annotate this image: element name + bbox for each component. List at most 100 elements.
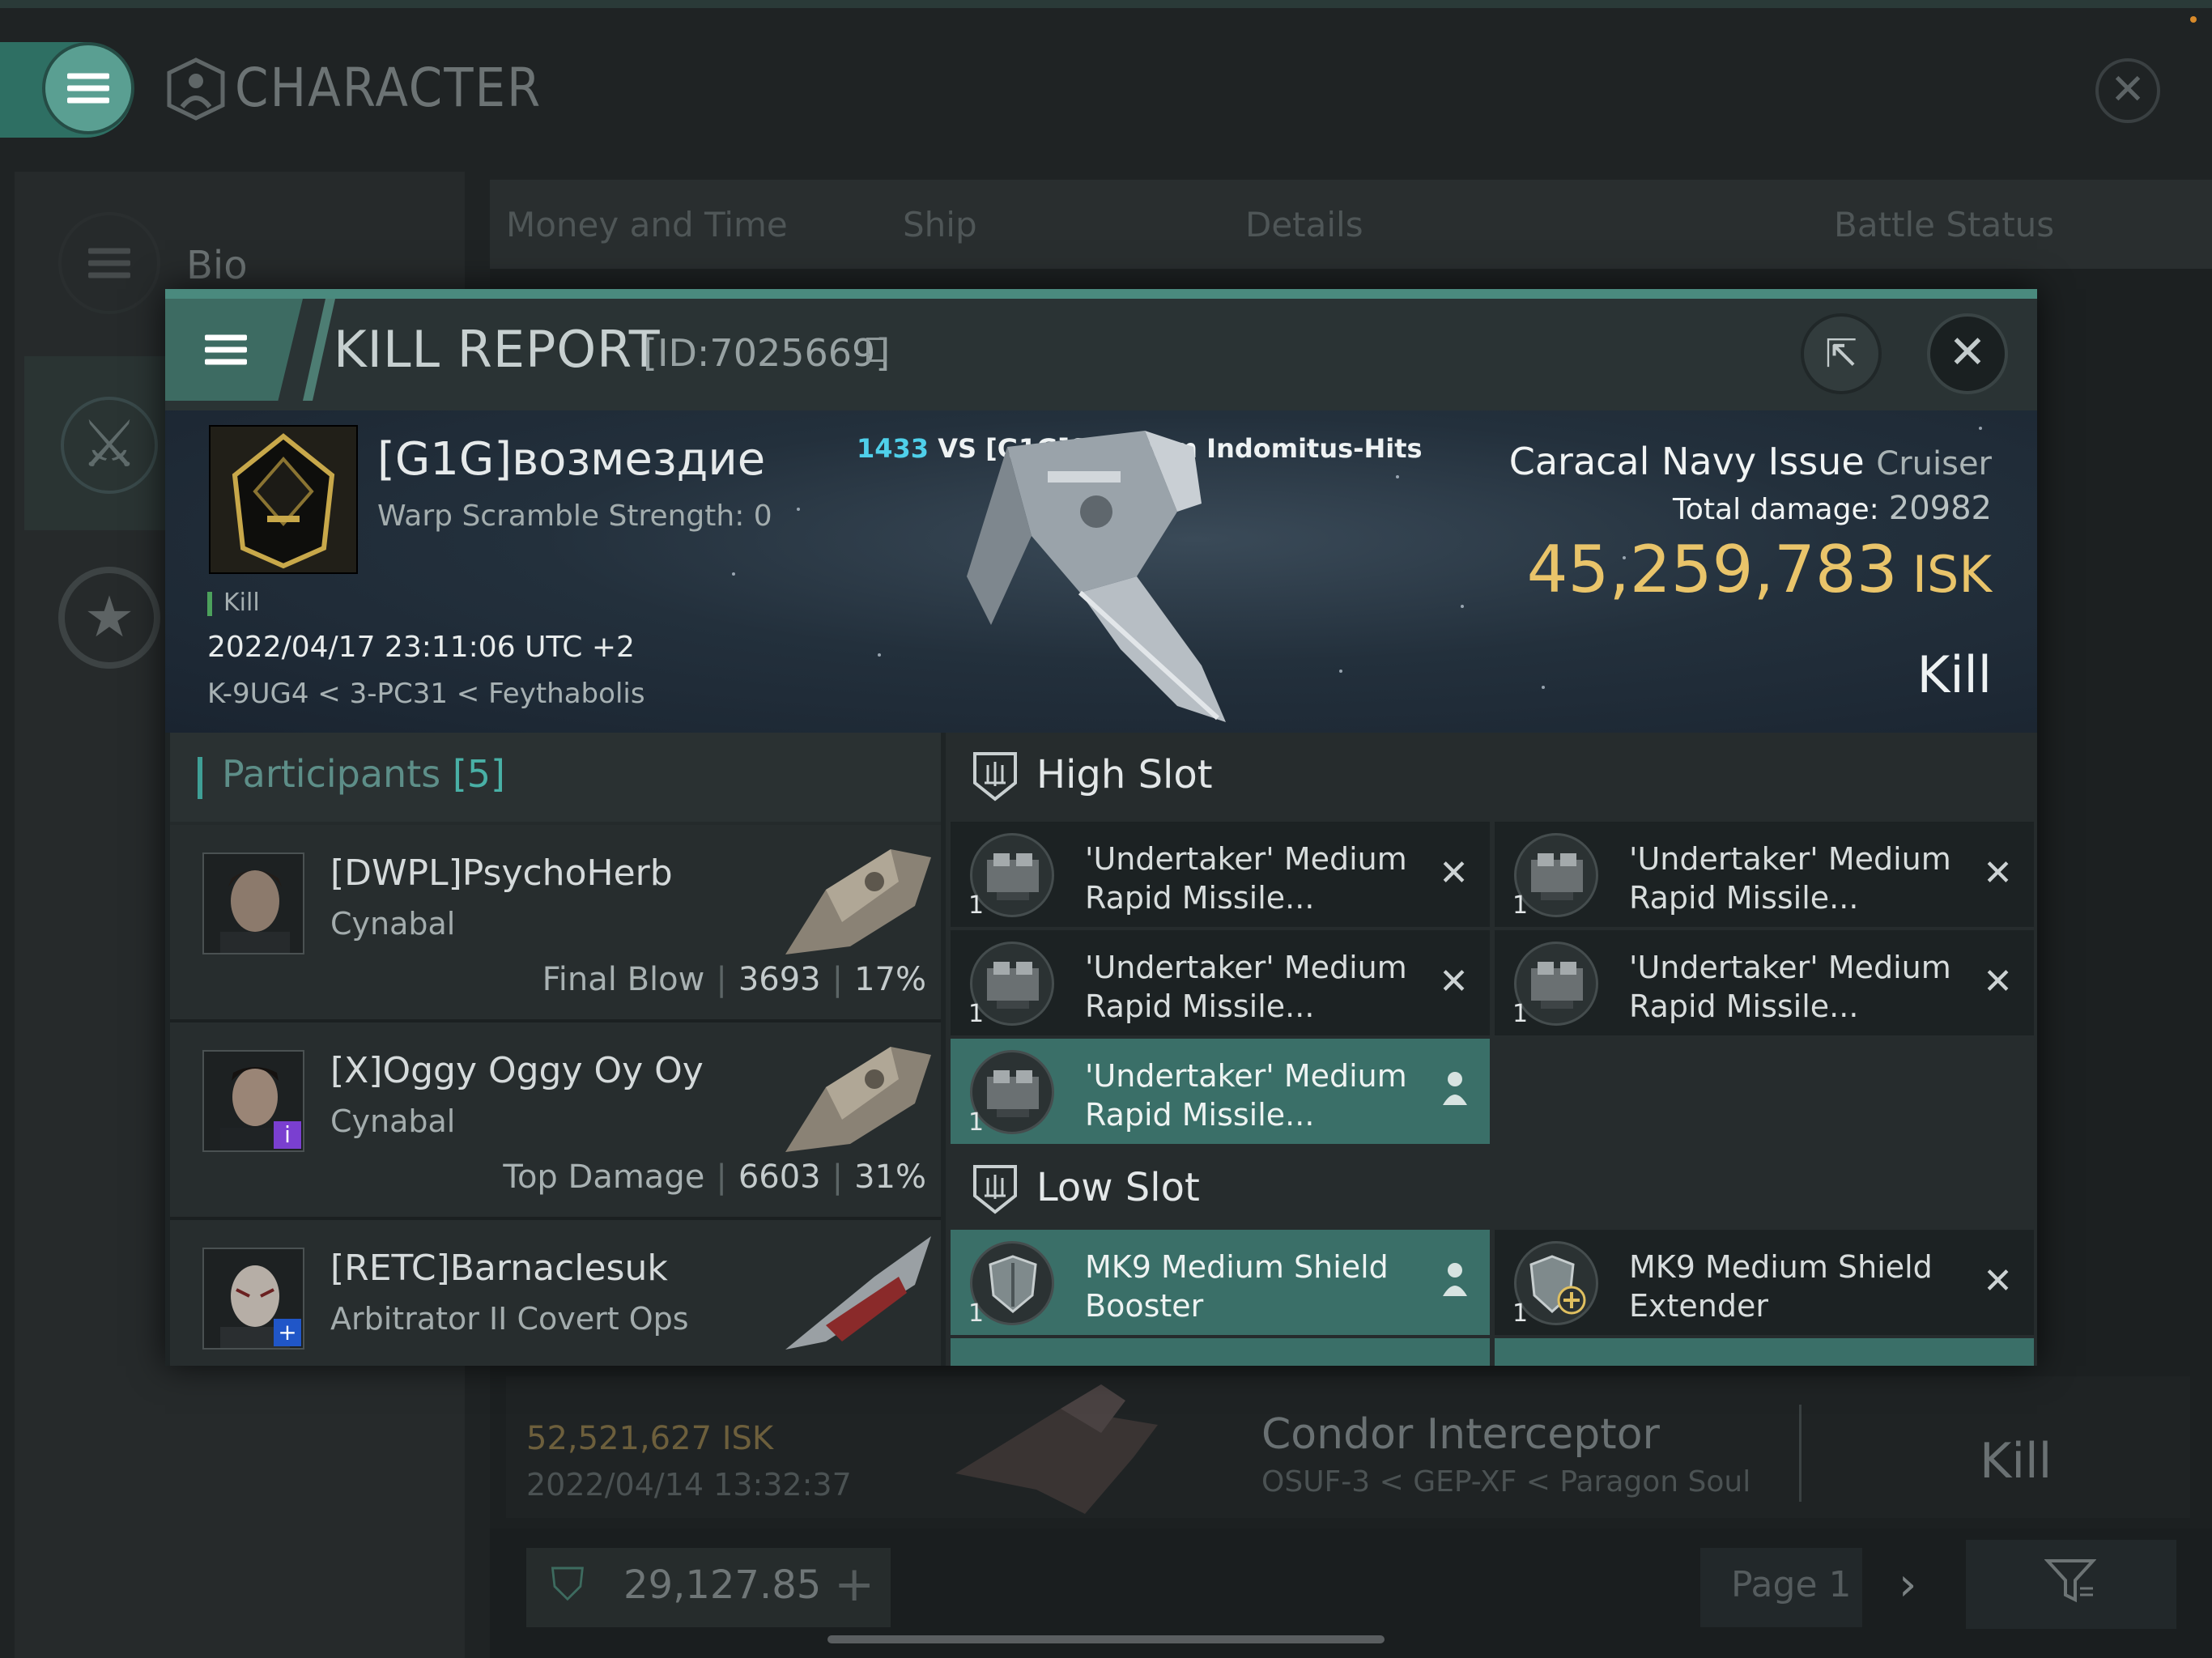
star-icon[interactable]: ★ (58, 567, 160, 669)
destroyed-icon: ✕ (1439, 961, 1469, 1002)
module-item[interactable]: 1 MK9 Medium Shield Booster (951, 1230, 1490, 1335)
module-name: 'Undertaker' Medium Rapid Missile... (1085, 950, 1407, 1024)
hamburger-icon (204, 329, 247, 372)
module-item[interactable]: 1 'Undertaker' Medium Rapid Missile... ✕ (1495, 822, 2034, 927)
module-name: 'Undertaker' Medium Rapid Missile... (1085, 1058, 1407, 1133)
high-slot-header: High Slot (947, 733, 2037, 820)
module-item-partial[interactable] (1495, 1338, 2034, 1366)
module-item-partial[interactable] (951, 1338, 1490, 1366)
participant-avatar (202, 852, 304, 954)
hamburger-icon (67, 67, 109, 110)
ship-class: Cruiser (1876, 445, 1992, 483)
modal-accent-line (165, 289, 2037, 299)
module-quantity: 1 (968, 1000, 985, 1028)
home-indicator (827, 1635, 1385, 1643)
status-dot (2190, 16, 2197, 23)
wallet-icon: ⛉ (551, 1558, 585, 1611)
tab-battle-status[interactable]: Battle Status (1834, 205, 2054, 244)
victim-name[interactable]: [G1G]возмездие (377, 433, 765, 486)
destroyed-icon: ✕ (1983, 1261, 2013, 1302)
module-quantity: 1 (1512, 1000, 1529, 1028)
low-slot-icon (973, 1165, 1017, 1214)
participant-row[interactable]: i [X]Oggy Oggy Oy Oy Cynabal Top Damage |… (170, 1022, 941, 1220)
participant-row[interactable]: [DWPL]PsychoHerb Cynabal Final Blow | 3693… (170, 825, 941, 1022)
row-date: 2022/04/14 13:32:37 (526, 1467, 852, 1503)
module-quantity: 1 (1512, 891, 1529, 920)
module-item[interactable]: 1 'Undertaker' Medium Rapid Missile... ✕ (951, 822, 1490, 927)
participant-role: Top Damage (503, 1158, 705, 1196)
participant-avatar: i (202, 1050, 304, 1152)
participant-percent: 17% (854, 961, 926, 998)
tab-details[interactable]: Details (1245, 205, 1363, 244)
dropped-user-icon (1443, 1072, 1467, 1105)
participants-title: Participants [5] (222, 752, 505, 796)
sidebar-menu-button[interactable] (58, 212, 160, 314)
vs-number: 1433 (857, 433, 929, 464)
victim-portrait[interactable] (209, 425, 358, 574)
main-menu-button[interactable] (42, 42, 134, 134)
kill-report-id: [ID:7025669] (643, 331, 891, 375)
sidebar-item-bio[interactable]: Bio (186, 243, 248, 288)
isk-amount: 45,259,783 (1526, 532, 1898, 607)
info-badge-icon: i (274, 1121, 301, 1149)
total-damage-value: 20982 (1888, 490, 1992, 527)
participant-percent: 31% (854, 1158, 926, 1196)
ship-type: Caracal Navy Issue (1508, 440, 1865, 483)
high-slot-icon (973, 752, 1017, 801)
participant-avatar: + (202, 1248, 304, 1350)
kill-report-title: KILL REPORT (334, 320, 661, 379)
module-name: MK9 Medium Shield Booster (1085, 1249, 1389, 1324)
tab-money-and-time[interactable]: Money and Time (506, 205, 788, 244)
destroyed-icon: ✕ (1983, 852, 2013, 894)
filter-icon (2044, 1559, 2096, 1603)
participant-row[interactable]: + [RETC]Barnaclesuk Arbitrator II Covert… (170, 1220, 941, 1366)
add-funds-button[interactable]: + (834, 1556, 874, 1613)
victim-ship-name[interactable]: Caracal Navy Issue Cruiser (1509, 440, 1992, 483)
kill-report-modal: KILL REPORT [ID:7025669] ⇱ ✕ [G1G]возмез… (165, 289, 2037, 1366)
copy-icon[interactable] (866, 338, 886, 362)
plus-badge-icon: + (274, 1319, 301, 1346)
row-divider (1799, 1405, 1802, 1502)
tab-ship[interactable]: Ship (903, 205, 977, 244)
low-slot-header: Low Slot (947, 1146, 2037, 1233)
module-item[interactable]: 1 'Undertaker' Medium Rapid Missile... ✕ (1495, 930, 2034, 1035)
list-icon (88, 242, 130, 285)
participant-ship-image (785, 1236, 931, 1350)
isk-unit: ISK (1912, 545, 1992, 604)
module-name: MK9 Medium Shield Extender (1629, 1249, 1933, 1324)
module-name: 'Undertaker' Medium Rapid Missile... (1085, 841, 1407, 916)
module-quantity: 1 (968, 891, 985, 920)
participants-marker (198, 757, 202, 799)
module-quantity: 1 (1512, 1299, 1529, 1328)
module-item[interactable]: 1 MK9 Medium Shield Extender ✕ (1495, 1230, 2034, 1335)
participant-ship: Cynabal (330, 906, 456, 942)
warp-scramble-strength: Warp Scramble Strength: 0 (377, 500, 772, 533)
participant-ship: Arbitrator II Covert Ops (330, 1301, 689, 1337)
row-isk-value: 52,521,627 ISK (526, 1420, 774, 1457)
module-item[interactable]: 1 'Undertaker' Medium Rapid Missile... ✕ (951, 930, 1490, 1035)
row-ship-name: Condor Interceptor (1261, 1410, 1660, 1459)
isk-value: 45,259,783 ISK (1527, 532, 1992, 607)
participant-stats: Top Damage | 6603 | 31% (503, 1158, 926, 1196)
module-quantity: 1 (968, 1108, 985, 1137)
close-icon[interactable]: ✕ (2095, 58, 2160, 123)
total-damage-label: Total damage: (1673, 493, 1879, 526)
row-location: OSUF-3 < GEP-XF < Paragon Soul (1261, 1465, 1751, 1499)
kill-tag-marker (207, 592, 212, 616)
kill-datetime: 2022/04/17 23:11:06 UTC +2 (207, 631, 635, 664)
next-page-button[interactable]: › (1899, 1558, 1916, 1611)
participant-ship-image (785, 849, 931, 954)
participant-stats: Final Blow | 3693 | 17% (542, 961, 926, 998)
page-title: CHARACTER (235, 57, 542, 119)
module-name: 'Undertaker' Medium Rapid Missile... (1629, 841, 1951, 916)
participants-label: Participants (222, 752, 441, 796)
character-icon (167, 57, 225, 121)
close-icon[interactable]: ✕ (1927, 313, 2008, 394)
share-icon[interactable]: ⇱ (1801, 313, 1882, 394)
participant-ship: Cynabal (330, 1103, 456, 1139)
module-item[interactable]: 1 'Undertaker' Medium Rapid Missile... (951, 1039, 1490, 1144)
page-label: Page 1 (1731, 1564, 1852, 1605)
kill-location[interactable]: K-9UG4 < 3-PC31 < Feythabolis (207, 678, 645, 710)
module-quantity: 1 (968, 1299, 985, 1328)
participant-name: [DWPL]PsychoHerb (330, 852, 673, 894)
